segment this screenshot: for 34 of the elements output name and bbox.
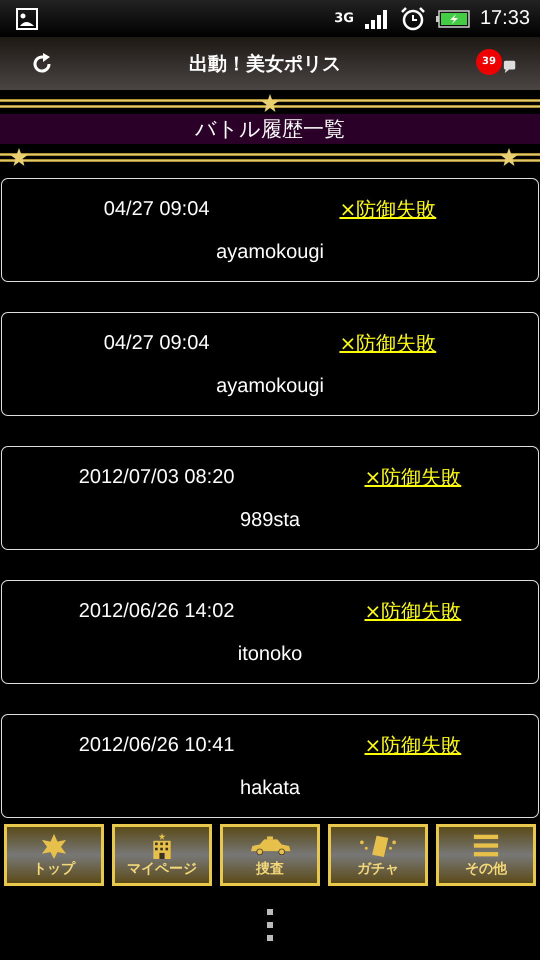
section-title: バトル履歴一覧 (0, 114, 540, 144)
network-label: 3G (334, 11, 354, 26)
app-title: 出動！美女ポリス (188, 52, 342, 76)
clock-time: 17:33 (480, 7, 530, 30)
more-icon[interactable] (266, 908, 274, 942)
opponent-name: ayamokougi (216, 374, 324, 398)
result-link[interactable]: ×防御失敗 (339, 196, 436, 224)
nav-button[interactable]: マイページ (112, 824, 212, 886)
notification-badge: 39 (476, 48, 502, 74)
opponent-name: 989sta (240, 508, 300, 532)
opponent-name: ayamokougi (216, 240, 324, 264)
battle-date: 2012/06/26 10:41 (78, 734, 234, 758)
nav-button[interactable]: トップ (4, 824, 104, 886)
nav-button[interactable]: その他 (436, 824, 536, 886)
signal-icon (364, 8, 390, 30)
battle-date: 2012/07/03 08:20 (78, 466, 234, 490)
result-link[interactable]: ×防御失敗 (339, 330, 436, 358)
battle-date: 2012/06/26 14:02 (78, 600, 234, 624)
opponent-name: hakata (240, 776, 300, 800)
star-icon (10, 148, 28, 166)
result-link[interactable]: ×防御失敗 (364, 464, 462, 492)
alarm-clock-icon (400, 6, 426, 32)
nav-button[interactable]: 捜査 (220, 824, 320, 886)
nav-button[interactable]: ガチャ (328, 824, 428, 886)
opponent-name: itonoko (238, 642, 302, 666)
battle-date: 04/27 09:04 (104, 332, 210, 356)
battery-icon (436, 10, 470, 28)
chat-icon[interactable] (503, 58, 517, 72)
result-link[interactable]: ×防御失敗 (364, 732, 462, 760)
picture-icon (16, 8, 38, 30)
star-icon (500, 148, 518, 166)
battle-date: 04/27 09:04 (104, 198, 210, 222)
result-link[interactable]: ×防御失敗 (364, 598, 462, 626)
star-icon (261, 94, 279, 112)
